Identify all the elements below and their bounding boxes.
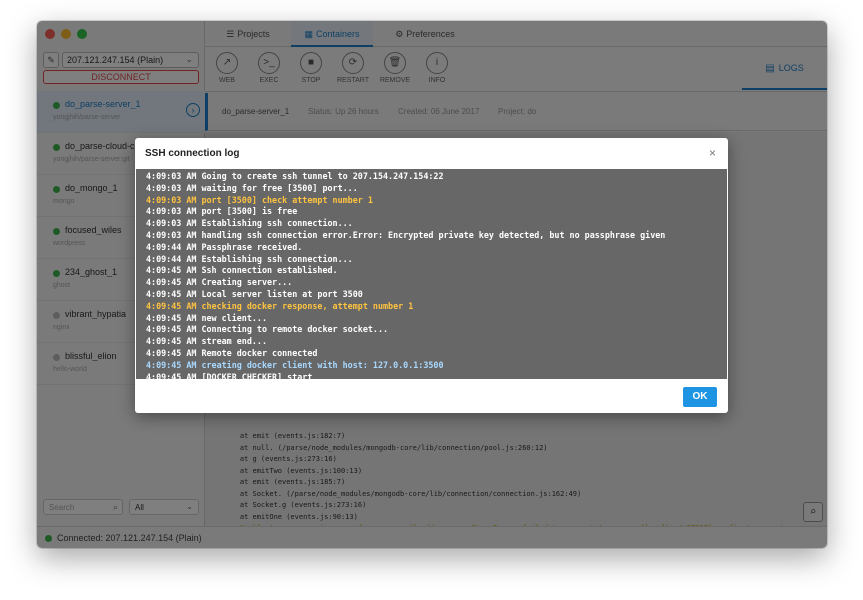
ssh-log-line: 4:09:03 AM handling ssh connection error… (146, 229, 666, 240)
ssh-log-line: 4:09:45 AM new client... (146, 312, 268, 323)
ssh-log-line: 4:09:03 AM waiting for free [3500] port.… (146, 182, 358, 193)
ssh-log-line: 4:09:45 AM stream end... (146, 336, 268, 347)
ssh-log-line: 4:09:45 AM creating docker client with h… (146, 359, 444, 370)
ssh-log-line: 4:09:44 AM Passphrase received. (146, 241, 303, 252)
ssh-log-line: 4:09:03 AM Establishing ssh connection..… (146, 218, 353, 229)
ssh-log-line: 4:09:03 AM Going to create ssh tunnel to… (146, 171, 444, 181)
ssh-log-line: 4:09:45 AM Connecting to remote docker s… (146, 324, 389, 335)
ssh-log-line: 4:09:45 AM Creating server... (146, 277, 293, 288)
ssh-log-line: 4:09:45 AM Remote docker connected (146, 347, 318, 358)
ssh-log-line: 4:09:45 AM [DOCKER CHECKER] start (146, 371, 313, 379)
ssh-log-line: 4:09:45 AM Local server listen at port 3… (146, 288, 363, 299)
close-icon[interactable]: × (709, 146, 716, 160)
ssh-log-line: 4:09:44 AM Establishing ssh connection..… (146, 253, 353, 264)
ssh-log-line: 4:09:03 AM port [3500] is free (146, 206, 298, 217)
ok-button[interactable]: OK (683, 387, 717, 407)
ssh-log-dialog: SSH connection log × 4:09:03 AM Going to… (135, 138, 728, 413)
ssh-log-line: 4:09:03 AM port [3500] check attempt num… (146, 194, 373, 205)
dialog-title: SSH connection log (145, 148, 240, 159)
ssh-log-line: 4:09:45 AM checking docker response, att… (146, 300, 414, 311)
ssh-log-content[interactable]: 4:09:03 AM Going to create ssh tunnel to… (136, 169, 727, 379)
ssh-log-line: 4:09:45 AM Ssh connection established. (146, 265, 338, 276)
